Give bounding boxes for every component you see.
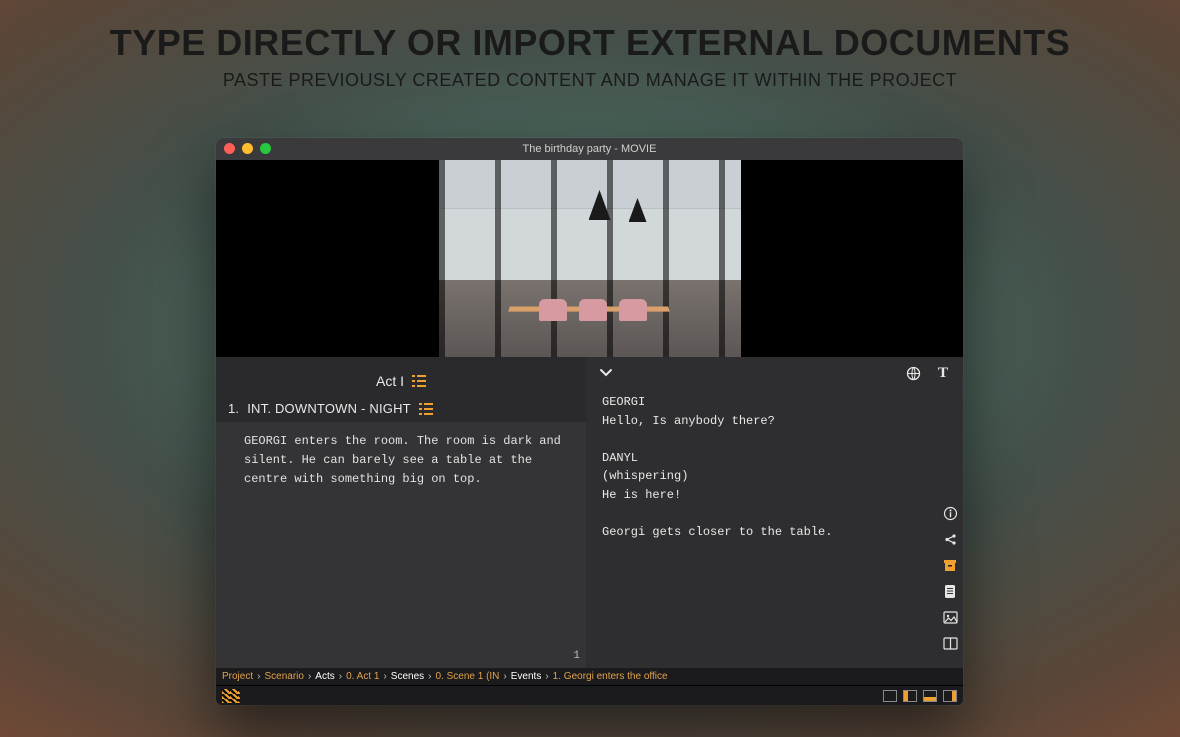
breadcrumb-item[interactable]: Scenario [264, 671, 303, 682]
fullscreen-icon[interactable] [260, 143, 271, 154]
outline-pane: Act I 1. INT. DOWNTOWN - NIGHT GEORGI en… [216, 357, 586, 668]
breadcrumb-item[interactable]: 0. Scene 1 (IN [435, 671, 499, 682]
scene-preview-image [439, 160, 741, 357]
text-format-icon[interactable]: T [935, 365, 951, 381]
script-pane: T GEORGI Hello, Is anybody there? DANYL … [586, 357, 963, 668]
layout-bottom-icon[interactable] [923, 690, 937, 702]
marketing-headline: TYPE DIRECTLY OR IMPORT EXTERNAL DOCUMEN… [0, 0, 1180, 64]
clapperboard-icon[interactable] [222, 689, 240, 703]
breadcrumb-item[interactable]: Acts [315, 671, 334, 682]
layout-left-icon[interactable] [903, 690, 917, 702]
share-icon[interactable] [941, 530, 959, 548]
scene-number: 1. [228, 401, 239, 416]
layout-icon[interactable] [941, 634, 959, 652]
layout-right-icon[interactable] [943, 690, 957, 702]
bottom-bar [216, 685, 963, 705]
breadcrumb-item[interactable]: Events [511, 671, 542, 682]
list-icon[interactable] [419, 403, 433, 415]
act-label: Act I [376, 373, 404, 389]
breadcrumb-separator: › [428, 671, 431, 682]
breadcrumb-item[interactable]: Scenes [391, 671, 424, 682]
right-sidebar-icons [941, 504, 959, 652]
breadcrumb: Project › Scenario › Acts › 0. Act 1 › Scenes › 0.… [216, 668, 963, 685]
breadcrumb-separator: › [257, 671, 260, 682]
breadcrumb-separator: › [545, 671, 548, 682]
document-icon[interactable] [941, 582, 959, 600]
window-title: The birthday party - MOVIE [216, 143, 963, 155]
breadcrumb-item[interactable]: 1. Georgi enters the office [553, 671, 668, 682]
archive-icon[interactable] [941, 556, 959, 574]
list-icon[interactable] [412, 375, 426, 387]
scene-preview [216, 160, 963, 357]
breadcrumb-separator: › [308, 671, 311, 682]
globe-icon[interactable] [905, 365, 921, 381]
scene-heading-row[interactable]: 1. INT. DOWNTOWN - NIGHT [216, 397, 586, 422]
breadcrumb-item[interactable]: 0. Act 1 [346, 671, 379, 682]
breadcrumb-item[interactable]: Project [222, 671, 253, 682]
script-text[interactable]: GEORGI Hello, Is anybody there? DANYL (w… [586, 385, 963, 558]
breadcrumb-separator: › [339, 671, 342, 682]
close-icon[interactable] [224, 143, 235, 154]
page-number: 1 [573, 650, 580, 662]
titlebar: The birthday party - MOVIE [216, 138, 963, 160]
scene-heading: INT. DOWNTOWN - NIGHT [247, 401, 411, 416]
scene-action-text[interactable]: GEORGI enters the room. The room is dark… [216, 422, 586, 668]
marketing-subhead: PASTE PREVIOUSLY CREATED CONTENT AND MAN… [0, 70, 1180, 91]
layout-single-icon[interactable] [883, 690, 897, 702]
minimize-icon[interactable] [242, 143, 253, 154]
info-icon[interactable] [941, 504, 959, 522]
app-window: The birthday party - MOVIE Act I 1. INT.… [216, 138, 963, 705]
image-icon[interactable] [941, 608, 959, 626]
breadcrumb-separator: › [383, 671, 386, 682]
breadcrumb-separator: › [503, 671, 506, 682]
chevron-down-icon[interactable] [598, 365, 614, 381]
